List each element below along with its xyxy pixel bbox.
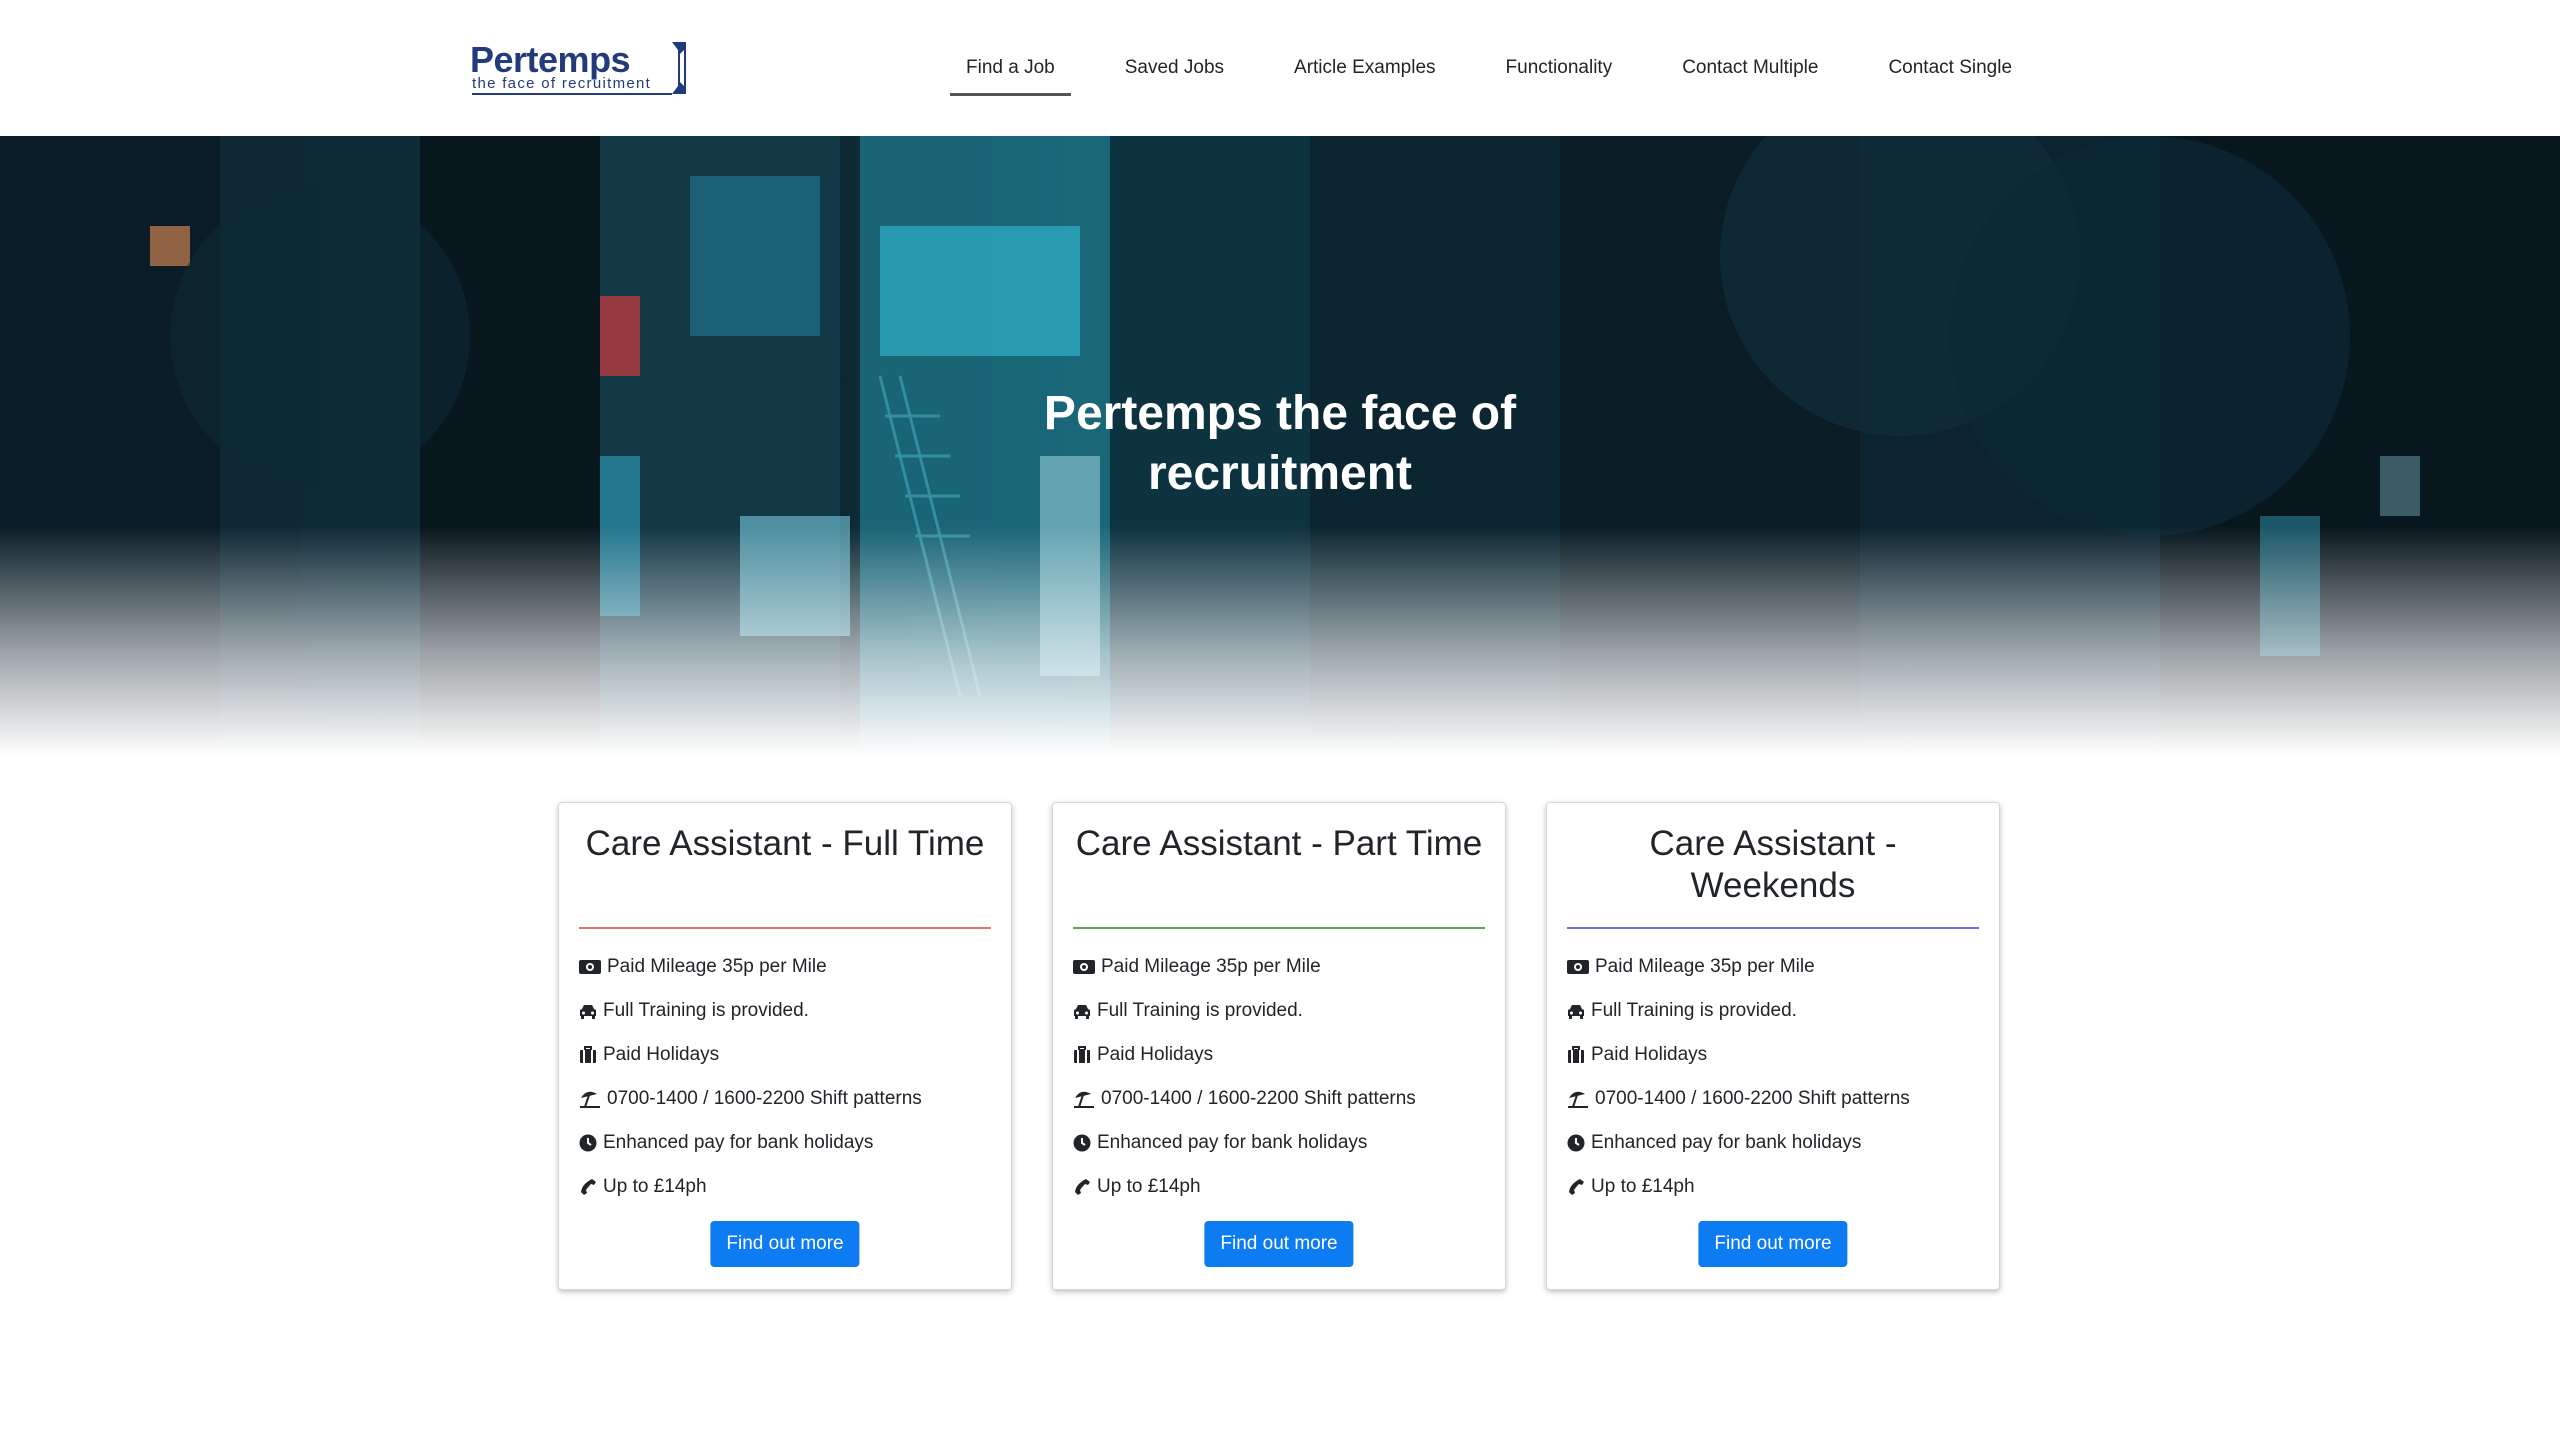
job-title: Care Assistant - Full Time (585, 824, 985, 863)
suitcase-icon (1568, 1046, 1584, 1063)
phone-icon (1569, 1179, 1584, 1195)
feature-text: Paid Holidays (603, 1044, 720, 1065)
feature-training: Full Training is provided. (1567, 989, 1979, 1033)
feature-text: 0700-1400 / 1600-2200 Shift patterns (1101, 1088, 1416, 1109)
nav-functionality[interactable]: Functionality (1490, 0, 1629, 136)
job-title: Care Assistant - Part Time (1075, 824, 1483, 863)
feature-text: Enhanced pay for bank holidays (1097, 1132, 1368, 1153)
feature-mileage: Paid Mileage 35p per Mile (1073, 945, 1485, 989)
car-icon (580, 1005, 596, 1019)
money-icon (1073, 960, 1095, 974)
hero-banner: Pertemps the face of recruitment (0, 136, 2560, 756)
beach-umbrella-icon (1074, 1091, 1094, 1108)
feature-text: 0700-1400 / 1600-2200 Shift patterns (1595, 1088, 1910, 1109)
feature-text: Up to £14ph (603, 1176, 707, 1197)
card-divider (579, 927, 991, 929)
feature-text: Full Training is provided. (603, 1000, 809, 1021)
phone-icon (1075, 1179, 1090, 1195)
job-card: Care Assistant - Part Time Paid Mileage … (1052, 802, 1506, 1290)
clock-icon (1073, 1134, 1091, 1152)
logo-mark-icon (672, 42, 686, 94)
nav-find-a-job[interactable]: Find a Job (950, 0, 1071, 136)
suitcase-icon (1074, 1046, 1090, 1063)
nav-contact-multiple[interactable]: Contact Multiple (1666, 0, 1834, 136)
main-nav: Find a Job Saved Jobs Article Examples F… (950, 0, 2066, 136)
beach-umbrella-icon (580, 1091, 600, 1108)
clock-icon (1567, 1134, 1585, 1152)
feature-text: Up to £14ph (1591, 1176, 1695, 1197)
feature-shifts: 0700-1400 / 1600-2200 Shift patterns (1567, 1077, 1979, 1121)
find-out-more-button[interactable]: Find out more (710, 1221, 860, 1267)
find-out-more-button[interactable]: Find out more (1204, 1221, 1354, 1267)
hero-title: Pertemps the face of recruitment (1043, 387, 1517, 500)
feature-text: Full Training is provided. (1591, 1000, 1797, 1021)
suitcase-icon (580, 1046, 596, 1063)
phone-icon (581, 1179, 596, 1195)
feature-pay: Up to £14ph (579, 1165, 991, 1209)
car-icon (1074, 1005, 1090, 1019)
pertemps-logo[interactable]: Pertemps the face of recruitment (470, 40, 690, 96)
car-icon (1568, 1005, 1584, 1019)
feature-mileage: Paid Mileage 35p per Mile (579, 945, 991, 989)
card-divider (1567, 927, 1979, 929)
job-cards: Care Assistant - Full Time Paid Mileage … (558, 802, 2002, 1292)
feature-holidays: Paid Holidays (579, 1033, 991, 1077)
clock-icon (579, 1134, 597, 1152)
job-card: Care Assistant - Full Time Paid Mileage … (558, 802, 1012, 1290)
nav-saved-jobs[interactable]: Saved Jobs (1109, 0, 1240, 136)
job-card: Care Assistant - Weekends Paid Mileage 3… (1546, 802, 2000, 1290)
feature-text: Paid Mileage 35p per Mile (1101, 956, 1321, 977)
find-out-more-button[interactable]: Find out more (1698, 1221, 1848, 1267)
nav-article-examples[interactable]: Article Examples (1278, 0, 1452, 136)
feature-text: Paid Holidays (1591, 1044, 1708, 1065)
feature-training: Full Training is provided. (1073, 989, 1485, 1033)
feature-text: Full Training is provided. (1097, 1000, 1303, 1021)
feature-shifts: 0700-1400 / 1600-2200 Shift patterns (1073, 1077, 1485, 1121)
feature-pay: Up to £14ph (1567, 1165, 1979, 1209)
feature-text: Enhanced pay for bank holidays (603, 1132, 874, 1153)
feature-bank-holidays: Enhanced pay for bank holidays (1073, 1121, 1485, 1165)
feature-text: Paid Mileage 35p per Mile (1595, 956, 1815, 977)
feature-holidays: Paid Holidays (1567, 1033, 1979, 1077)
nav-contact-single[interactable]: Contact Single (1872, 0, 2028, 136)
feature-bank-holidays: Enhanced pay for bank holidays (579, 1121, 991, 1165)
logo-wordmark: Pertemps (470, 39, 631, 80)
feature-training: Full Training is provided. (579, 989, 991, 1033)
logo-tagline: the face of recruitment (472, 75, 672, 95)
feature-text: Paid Holidays (1097, 1044, 1214, 1065)
feature-holidays: Paid Holidays (1073, 1033, 1485, 1077)
money-icon (579, 960, 601, 974)
hero-fade-overlay (0, 526, 2560, 756)
feature-text: Paid Mileage 35p per Mile (607, 956, 827, 977)
site-header: Pertemps the face of recruitment Find a … (0, 0, 2560, 136)
feature-shifts: 0700-1400 / 1600-2200 Shift patterns (579, 1077, 991, 1121)
card-divider (1073, 927, 1485, 929)
job-title: Care Assistant - Weekends (1649, 824, 1897, 905)
feature-pay: Up to £14ph (1073, 1165, 1485, 1209)
feature-text: Enhanced pay for bank holidays (1591, 1132, 1862, 1153)
beach-umbrella-icon (1568, 1091, 1588, 1108)
feature-mileage: Paid Mileage 35p per Mile (1567, 945, 1979, 989)
money-icon (1567, 960, 1589, 974)
feature-bank-holidays: Enhanced pay for bank holidays (1567, 1121, 1979, 1165)
feature-text: 0700-1400 / 1600-2200 Shift patterns (607, 1088, 922, 1109)
feature-text: Up to £14ph (1097, 1176, 1201, 1197)
